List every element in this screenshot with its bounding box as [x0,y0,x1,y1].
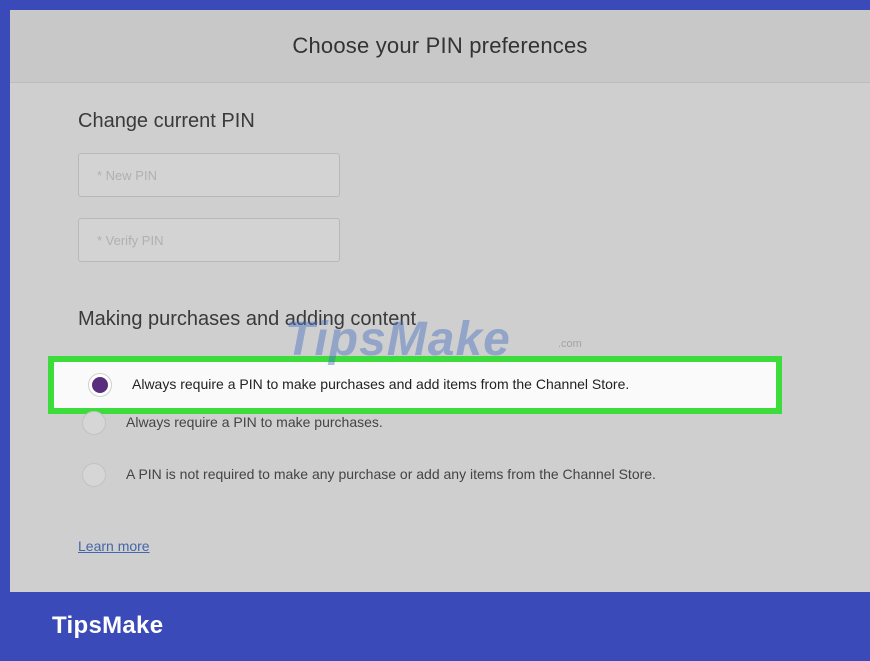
pin-option-always-purchases[interactable]: Always require a PIN to make purchases. [82,411,383,435]
panel-header: Choose your PIN preferences [10,10,870,83]
option-label: A PIN is not required to make any purcha… [126,466,656,482]
radio-unselected-icon[interactable] [82,411,106,435]
change-pin-heading: Change current PIN [78,110,255,132]
verify-pin-input[interactable] [78,218,340,262]
new-pin-input[interactable] [78,153,340,197]
brand-logo-text: TipsMake [52,612,164,639]
screenshot-frame: Choose your PIN preferences Change curre… [0,0,870,661]
pin-option-always-purchases-and-store[interactable]: Always require a PIN to make purchases a… [48,356,782,414]
option-label: Always require a PIN to make purchases a… [132,376,630,392]
purchases-heading: Making purchases and adding content [78,308,417,330]
radio-selected-icon[interactable] [88,373,112,397]
radio-dot [92,377,108,393]
pin-option-not-required[interactable]: A PIN is not required to make any purcha… [82,463,722,487]
pin-preferences-panel: Choose your PIN preferences Change curre… [10,10,870,592]
option-label: Always require a PIN to make purchases. [126,414,383,430]
radio-unselected-icon[interactable] [82,463,106,487]
page-title: Choose your PIN preferences [292,33,588,58]
learn-more-link[interactable]: Learn more [78,538,150,554]
